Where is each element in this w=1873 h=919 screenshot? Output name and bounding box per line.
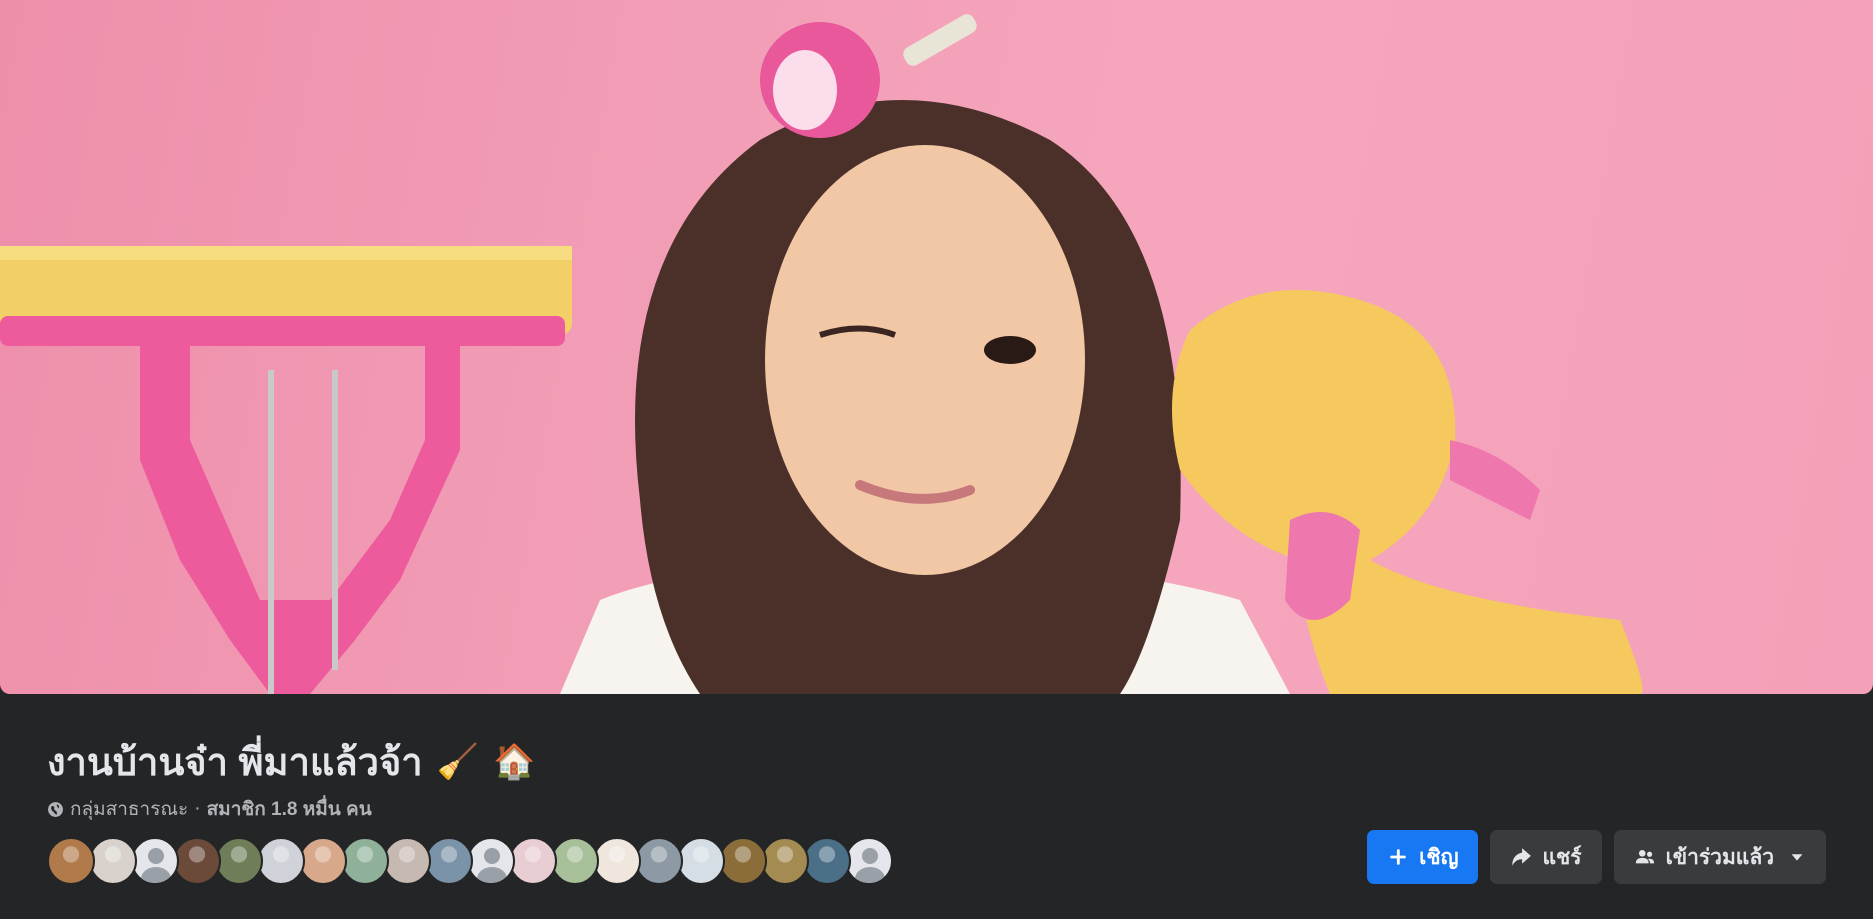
cover-illustration bbox=[0, 14, 1643, 694]
member-count[interactable]: สมาชิก 1.8 หมื่น คน bbox=[207, 794, 372, 824]
member-avatar[interactable] bbox=[47, 837, 95, 885]
member-avatar[interactable] bbox=[299, 837, 347, 885]
share-button[interactable]: แชร์ bbox=[1490, 830, 1602, 884]
member-avatar[interactable] bbox=[635, 837, 683, 885]
member-avatar[interactable] bbox=[215, 837, 263, 885]
member-avatar[interactable] bbox=[761, 837, 809, 885]
joined-label: เข้าร่วมแล้ว bbox=[1665, 845, 1774, 869]
member-avatar[interactable] bbox=[677, 837, 725, 885]
privacy-label[interactable]: กลุ่มสาธารณะ bbox=[70, 794, 188, 824]
group-actions: เชิญ แชร์ เข้าร่วมแล้ว bbox=[1367, 830, 1826, 884]
member-avatar[interactable] bbox=[509, 837, 557, 885]
member-avatar[interactable] bbox=[803, 837, 851, 885]
group-title-text[interactable]: งานบ้านจ๋า พี่มาแล้วจ้า bbox=[47, 731, 423, 792]
cover-photo[interactable] bbox=[0, 0, 1873, 694]
member-avatar-list[interactable] bbox=[47, 837, 893, 887]
globe-icon bbox=[48, 801, 63, 817]
group-meta: กลุ่มสาธารณะ · สมาชิก 1.8 หมื่น คน bbox=[47, 794, 372, 824]
group-header: งานบ้านจ๋า พี่มาแล้วจ้า 🧹 🏠 กลุ่มสาธารณะ… bbox=[0, 694, 1873, 919]
share-label: แชร์ bbox=[1542, 845, 1582, 869]
invite-button[interactable]: เชิญ bbox=[1367, 830, 1479, 884]
member-avatar-placeholder[interactable] bbox=[845, 837, 893, 885]
broom-emoji: 🧹 bbox=[436, 741, 479, 782]
members-icon bbox=[1635, 850, 1654, 864]
member-avatar[interactable] bbox=[425, 837, 473, 885]
plus-icon bbox=[1390, 849, 1406, 865]
joined-button[interactable]: เข้าร่วมแล้ว bbox=[1613, 830, 1826, 884]
member-avatar[interactable] bbox=[257, 837, 305, 885]
member-avatar[interactable] bbox=[341, 837, 389, 885]
member-avatar-placeholder[interactable] bbox=[467, 837, 515, 885]
member-avatar[interactable] bbox=[89, 837, 137, 885]
member-avatar[interactable] bbox=[593, 837, 641, 885]
meta-separator: · bbox=[194, 798, 201, 819]
member-avatar[interactable] bbox=[551, 837, 599, 885]
member-avatar-placeholder[interactable] bbox=[131, 837, 179, 885]
caret-down-icon bbox=[1791, 854, 1803, 861]
share-icon bbox=[1512, 848, 1532, 866]
invite-label: เชิญ bbox=[1419, 845, 1459, 869]
member-avatar[interactable] bbox=[173, 837, 221, 885]
house-emoji: 🏠 bbox=[492, 741, 536, 782]
member-avatar[interactable] bbox=[719, 837, 767, 885]
member-avatar[interactable] bbox=[383, 837, 431, 885]
group-title[interactable]: งานบ้านจ๋า พี่มาแล้วจ้า 🧹 🏠 bbox=[47, 731, 535, 792]
